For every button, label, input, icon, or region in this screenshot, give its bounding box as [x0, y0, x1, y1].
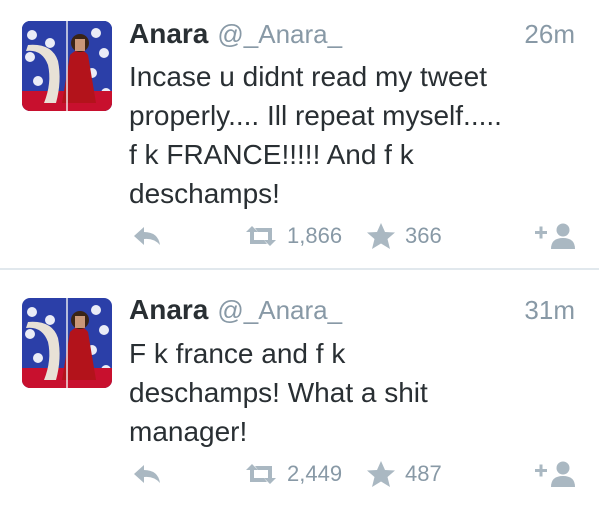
- user-name[interactable]: Anara: [129, 18, 208, 50]
- reply-button[interactable]: [132, 221, 162, 251]
- follow-user-icon: [535, 461, 575, 487]
- favorite-count: 487: [405, 461, 442, 486]
- timestamp[interactable]: 26m: [524, 19, 575, 50]
- user-handle[interactable]: @_Anara_: [217, 19, 342, 50]
- tweet-header: Anara @_Anara_ 26m: [129, 18, 575, 52]
- tweet-actions: 1,866 366: [129, 221, 579, 251]
- avatar[interactable]: [22, 298, 112, 388]
- tweet[interactable]: Anara @_Anara_ 31m F k france and f k de…: [0, 270, 599, 507]
- favorite-count: 366: [405, 223, 442, 248]
- retweet-count: 1,866: [287, 223, 343, 248]
- retweet-button[interactable]: 2,449: [244, 459, 342, 489]
- star-icon: [367, 461, 395, 487]
- tweet[interactable]: Anara @_Anara_ 26m Incase u didnt read m…: [0, 0, 599, 268]
- retweet-count: 2,449: [287, 461, 343, 486]
- user-name[interactable]: Anara: [129, 294, 208, 326]
- tweet-text: F k france and f k deschamps! What a shi…: [129, 338, 428, 447]
- tweet-text: Incase u didnt read my tweet properly...…: [129, 61, 502, 209]
- reply-icon: [134, 227, 160, 245]
- follow-button[interactable]: [535, 459, 579, 489]
- reply-button[interactable]: [132, 459, 162, 489]
- timestamp[interactable]: 31m: [524, 295, 575, 326]
- retweet-icon: [246, 226, 276, 246]
- tweet-actions: 2,449 487: [129, 459, 579, 489]
- avatar[interactable]: [22, 21, 112, 111]
- follow-button[interactable]: [535, 221, 579, 251]
- star-icon: [367, 223, 395, 249]
- reply-icon: [134, 465, 160, 483]
- follow-user-icon: [535, 223, 575, 249]
- user-handle[interactable]: @_Anara_: [217, 295, 342, 326]
- retweet-button[interactable]: 1,866: [244, 221, 342, 251]
- retweet-icon: [246, 464, 276, 484]
- favorite-button[interactable]: 366: [366, 221, 442, 251]
- tweet-header: Anara @_Anara_ 31m: [129, 294, 575, 328]
- favorite-button[interactable]: 487: [366, 459, 442, 489]
